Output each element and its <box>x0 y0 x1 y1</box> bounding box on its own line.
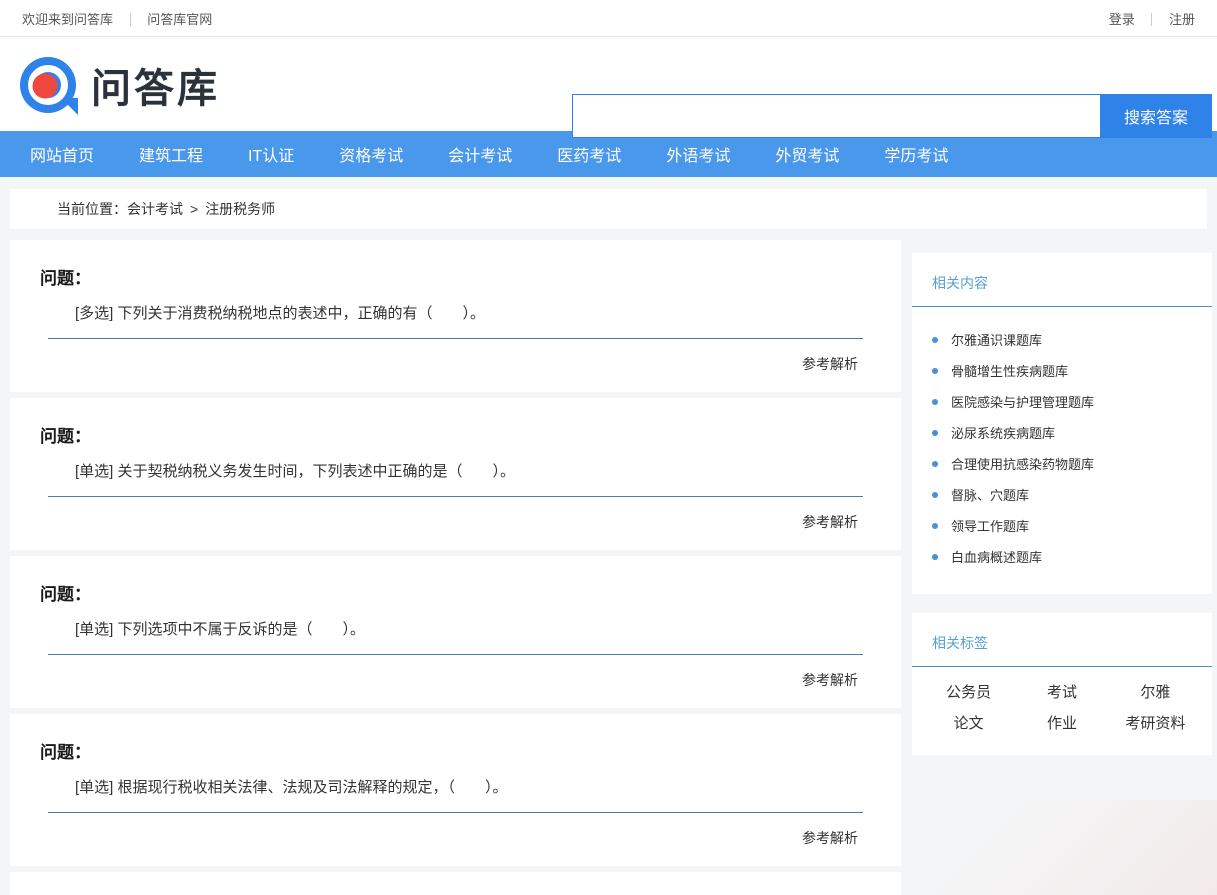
breadcrumb-separator: > <box>190 201 198 217</box>
question-card: 问题： [单选] 关于契税纳税义务发生时间，下列表述中正确的是（ ）。 参考解析 <box>10 398 901 550</box>
nav-item-education-exam[interactable]: 学历考试 <box>884 142 948 166</box>
related-content-link[interactable]: 泌尿系统疾病题库 <box>951 423 1055 442</box>
related-content-list: 尔雅通识课题库 骨髓增生性疾病题库 医院感染与护理管理题库 泌尿系统疾病题库 合… <box>912 307 1212 586</box>
bullet-dot-icon <box>932 337 938 343</box>
logo-text: 问答库 <box>91 56 220 114</box>
search-bar: 搜索答案 <box>572 94 1212 138</box>
question-card: 问题： [多选] 下列关于消费税纳税地点的表述中，正确的有（ ）。 参考解析 <box>10 240 901 392</box>
analysis-row: 参考解析 <box>40 813 871 850</box>
bullet-dot-icon <box>932 399 938 405</box>
related-content-item[interactable]: 骨髓增生性疾病题库 <box>932 355 1192 386</box>
tag-link[interactable]: 作业 <box>1015 712 1108 733</box>
question-label: 问题： <box>40 580 871 605</box>
search-input[interactable] <box>572 94 1100 138</box>
welcome-text: 欢迎来到问答库 <box>22 12 113 27</box>
bullet-dot-icon <box>932 523 938 529</box>
related-content-link[interactable]: 合理使用抗感染药物题库 <box>951 454 1094 473</box>
related-content-item[interactable]: 尔雅通识课题库 <box>932 324 1192 355</box>
question-text: [单选] 关于契税纳税义务发生时间，下列表述中正确的是（ ）。 <box>75 460 871 481</box>
nav-item-construction[interactable]: 建筑工程 <box>139 142 203 166</box>
question-card: 问题： [单选] 根据现行税收相关法律、法规及司法解释的规定，（ ）。 参考解析 <box>10 714 901 866</box>
nav-item-qualification-exam[interactable]: 资格考试 <box>339 142 403 166</box>
related-content-item[interactable]: 医院感染与护理管理题库 <box>932 386 1192 417</box>
tag-link[interactable]: 考试 <box>1015 681 1108 702</box>
search-button[interactable]: 搜索答案 <box>1100 94 1212 138</box>
question-card: 问题： [单选] 下列选项中不属于反诉的是（ ）。 参考解析 <box>10 556 901 708</box>
question-label: 问题： <box>40 264 871 289</box>
bullet-dot-icon <box>932 430 938 436</box>
question-label: 问题： <box>40 422 871 447</box>
bullet-dot-icon <box>932 492 938 498</box>
nav-item-accounting-exam[interactable]: 会计考试 <box>448 142 512 166</box>
tag-link[interactable]: 考研资料 <box>1109 712 1202 733</box>
tag-grid: 公务员 考试 尔雅 论文 作业 考研资料 <box>912 667 1212 747</box>
bullet-dot-icon <box>932 554 938 560</box>
logo-red-dot <box>32 73 57 98</box>
bullet-dot-icon <box>932 368 938 374</box>
related-content-item[interactable]: 督脉、穴题库 <box>932 479 1192 510</box>
question-text: [单选] 根据现行税收相关法律、法规及司法解释的规定，（ ）。 <box>75 776 871 797</box>
vertical-divider <box>130 13 131 26</box>
question-label: 问题： <box>40 738 871 763</box>
related-content-link[interactable]: 白血病概述题库 <box>951 547 1042 566</box>
related-content-link[interactable]: 督脉、穴题库 <box>951 485 1029 504</box>
nav-item-foreign-trade-exam[interactable]: 外贸考试 <box>775 142 839 166</box>
topbar: 欢迎来到问答库 问答库官网 登录 注册 <box>0 0 1217 37</box>
header: 问答库 搜索答案 <box>0 37 1217 131</box>
register-link[interactable]: 注册 <box>1169 12 1195 27</box>
related-content-title: 相关内容 <box>912 253 1212 307</box>
nav-item-it-certification[interactable]: IT认证 <box>248 142 294 166</box>
topbar-left: 欢迎来到问答库 问答库官网 <box>22 9 212 28</box>
nav-item-medical-exam[interactable]: 医药考试 <box>557 142 621 166</box>
breadcrumb: 当前位置：会计考试 > 注册税务师 <box>10 189 1207 229</box>
official-site-link[interactable]: 问答库官网 <box>147 12 212 27</box>
breadcrumb-link-category[interactable]: 会计考试 <box>127 201 183 217</box>
tag-link[interactable]: 公务员 <box>922 681 1015 702</box>
analysis-link[interactable]: 参考解析 <box>802 830 858 846</box>
related-content-panel: 相关内容 尔雅通识课题库 骨髓增生性疾病题库 医院感染与护理管理题库 泌尿系统疾… <box>912 253 1212 594</box>
sidebar: 相关内容 尔雅通识课题库 骨髓增生性疾病题库 医院感染与护理管理题库 泌尿系统疾… <box>912 253 1212 774</box>
related-content-item[interactable]: 泌尿系统疾病题库 <box>932 417 1192 448</box>
topbar-right: 登录 注册 <box>1109 9 1195 28</box>
related-content-link[interactable]: 骨髓增生性疾病题库 <box>951 361 1068 380</box>
login-link[interactable]: 登录 <box>1109 12 1135 27</box>
speech-bubble-logo-icon <box>20 57 76 113</box>
analysis-row: 参考解析 <box>40 655 871 692</box>
analysis-link[interactable]: 参考解析 <box>802 356 858 372</box>
related-content-link[interactable]: 医院感染与护理管理题库 <box>951 392 1094 411</box>
nav-item-foreign-language-exam[interactable]: 外语考试 <box>666 142 730 166</box>
related-content-item[interactable]: 合理使用抗感染药物题库 <box>932 448 1192 479</box>
related-content-item[interactable]: 领导工作题库 <box>932 510 1192 541</box>
page: 欢迎来到问答库 问答库官网 登录 注册 问答库 搜索答案 网站首页 建筑工程 I… <box>0 0 1217 895</box>
analysis-link[interactable]: 参考解析 <box>802 514 858 530</box>
nav-item-home[interactable]: 网站首页 <box>30 142 94 166</box>
bubble-tail <box>61 98 78 115</box>
tag-link[interactable]: 论文 <box>922 712 1015 733</box>
analysis-row: 参考解析 <box>40 497 871 534</box>
breadcrumb-prefix: 当前位置： <box>57 201 127 217</box>
question-card: 问题： [单选] 关于法律、法规授权的组织，下列说法错误的是（ ）。 参考解析 <box>10 872 901 895</box>
question-text: [单选] 下列选项中不属于反诉的是（ ）。 <box>75 618 871 639</box>
question-list: 问题： [多选] 下列关于消费税纳税地点的表述中，正确的有（ ）。 参考解析 问… <box>10 240 901 895</box>
tag-link[interactable]: 尔雅 <box>1109 681 1202 702</box>
vertical-divider <box>1151 13 1152 26</box>
related-content-link[interactable]: 领导工作题库 <box>951 516 1029 535</box>
related-content-item[interactable]: 白血病概述题库 <box>932 541 1192 572</box>
question-text: [多选] 下列关于消费税纳税地点的表述中，正确的有（ ）。 <box>75 302 871 323</box>
related-tags-panel: 相关标签 公务员 考试 尔雅 论文 作业 考研资料 <box>912 613 1212 755</box>
related-content-link[interactable]: 尔雅通识课题库 <box>951 330 1042 349</box>
breadcrumb-link-current[interactable]: 注册税务师 <box>205 201 275 217</box>
related-tags-title: 相关标签 <box>912 613 1212 667</box>
site-logo[interactable]: 问答库 <box>20 56 220 114</box>
bullet-dot-icon <box>932 461 938 467</box>
analysis-row: 参考解析 <box>40 339 871 376</box>
analysis-link[interactable]: 参考解析 <box>802 672 858 688</box>
content: 问题： [多选] 下列关于消费税纳税地点的表述中，正确的有（ ）。 参考解析 问… <box>10 240 1212 895</box>
